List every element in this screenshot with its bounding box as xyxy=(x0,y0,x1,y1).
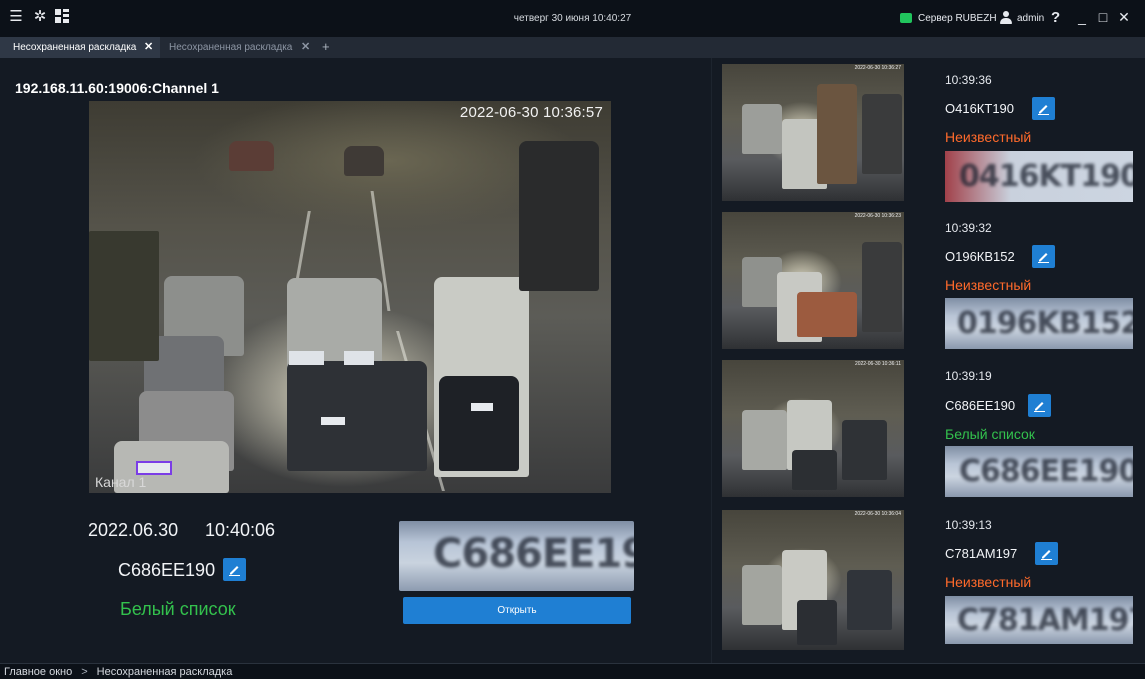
thumb-timestamp: 2022-06-30 10:36:11 xyxy=(854,361,901,367)
breadcrumb-item-main-window[interactable]: Главное окно xyxy=(4,666,72,678)
detection-time: 10:40:06 xyxy=(205,520,276,540)
status-bar: Главное окно > Несохраненная раскладка xyxy=(0,663,1145,679)
panel-divider xyxy=(711,58,712,663)
tab-close-icon[interactable]: ✕ xyxy=(301,37,310,58)
server-status-icon xyxy=(900,13,912,23)
event-status: Неизвестный xyxy=(945,574,1032,590)
server-name[interactable]: Сервер RUBEZH xyxy=(918,13,997,24)
event-plate-image: 0196KB152 xyxy=(945,298,1133,349)
help-button[interactable]: ? xyxy=(1051,9,1060,26)
event-plate-image: C781AM197 xyxy=(945,596,1133,644)
pencil-icon xyxy=(229,566,240,576)
pencil-icon xyxy=(1038,253,1049,263)
close-icon[interactable]: ✕ xyxy=(1117,9,1131,25)
minimize-icon[interactable]: _ xyxy=(1075,9,1089,25)
add-tab-icon[interactable]: + xyxy=(322,37,330,57)
pencil-icon xyxy=(1034,402,1045,412)
edit-plate-button[interactable] xyxy=(1032,245,1055,268)
event-thumbnail[interactable]: 2022-06-30 10:36:11 xyxy=(722,360,904,497)
user-icon xyxy=(1000,11,1012,24)
gear-icon[interactable]: ✲ xyxy=(32,9,48,25)
pencil-icon xyxy=(1038,105,1049,115)
plate-image: C686EE190 xyxy=(399,521,634,591)
edit-plate-button[interactable] xyxy=(1028,394,1051,417)
event-plate: С781АМ197 xyxy=(945,546,1018,561)
username[interactable]: admin xyxy=(1017,13,1044,24)
tab-close-icon[interactable]: ✕ xyxy=(144,37,153,58)
event-thumbnail[interactable]: 2022-06-30 10:36:04 xyxy=(722,510,904,650)
open-button[interactable]: Открыть xyxy=(403,597,631,624)
detection-plate: С686ЕЕ190 xyxy=(118,560,216,580)
edit-plate-button[interactable] xyxy=(1032,97,1055,120)
event-time: 10:39:32 xyxy=(945,221,992,235)
event-status: Неизвестный xyxy=(945,129,1032,145)
layout-grid-icon[interactable] xyxy=(54,9,70,25)
thumb-timestamp: 2022-06-30 10:36:04 xyxy=(854,511,901,517)
edit-plate-button[interactable] xyxy=(223,558,246,581)
channel-title: 192.168.11.60:19006:Channel 1 xyxy=(15,80,219,96)
tab-label: Несохраненная раскладка xyxy=(169,42,293,53)
video-channel-label: Канал 1 xyxy=(95,474,147,490)
breadcrumb-item-layout[interactable]: Несохраненная раскладка xyxy=(97,666,233,678)
event-thumbnail[interactable]: 2022-06-30 10:36:23 xyxy=(722,212,904,349)
video-timestamp: 2022-06-30 10:36:57 xyxy=(459,104,603,121)
plate-detection-box xyxy=(136,461,172,475)
event-thumbnail[interactable]: 2022-06-30 10:36:27 xyxy=(722,64,904,201)
pencil-icon xyxy=(1041,550,1052,560)
event-plate: С686ЕЕ190 xyxy=(945,398,1016,413)
event-plate: О196КВ152 xyxy=(945,249,1015,264)
maximize-icon[interactable]: □ xyxy=(1096,9,1110,25)
menu-icon[interactable]: ☰ xyxy=(8,9,24,25)
video-feed[interactable]: 2022-06-30 10:36:57 Канал 1 xyxy=(89,101,611,493)
event-status: Неизвестный xyxy=(945,277,1032,293)
tab-bar: Несохраненная раскладка ✕ Несохраненная … xyxy=(0,37,1145,58)
detection-status: Белый список xyxy=(120,599,236,619)
detection-date: 2022.06.30 xyxy=(88,520,179,540)
event-plate-image: C686EE190 xyxy=(945,446,1133,497)
event-plate: О416КТ190 xyxy=(945,101,1015,116)
event-time: 10:39:13 xyxy=(945,518,992,532)
tab-layout-1[interactable]: Несохраненная раскладка ✕ xyxy=(0,37,160,58)
event-time: 10:39:19 xyxy=(945,369,992,383)
thumb-timestamp: 2022-06-30 10:36:23 xyxy=(854,213,901,219)
tab-label: Несохраненная раскладка xyxy=(13,42,137,53)
breadcrumb: Главное окно > Несохраненная раскладка xyxy=(4,666,232,678)
top-bar: ☰ ✲ четверг 30 июня 10:40:27 Сервер RUBE… xyxy=(0,0,1145,37)
edit-plate-button[interactable] xyxy=(1035,542,1058,565)
event-plate-image: 0416KT190 xyxy=(945,151,1133,202)
thumb-timestamp: 2022-06-30 10:36:27 xyxy=(854,65,901,71)
tab-layout-2[interactable]: Несохраненная раскладка ✕ xyxy=(160,37,315,58)
event-status: Белый список xyxy=(945,426,1035,442)
chevron-right-icon: > xyxy=(81,666,88,678)
event-time: 10:39:36 xyxy=(945,73,992,87)
